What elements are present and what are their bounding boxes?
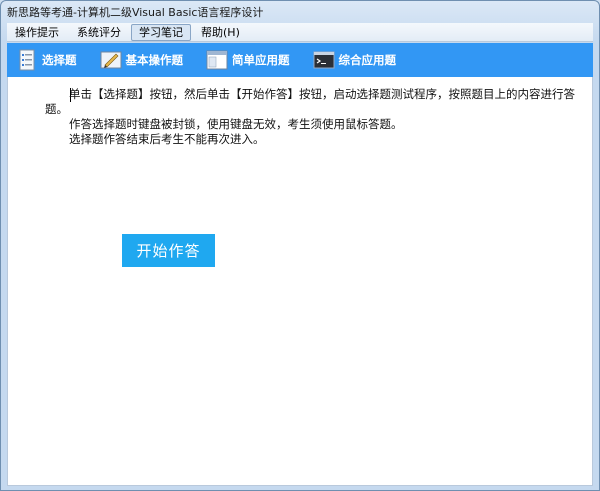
menu-help[interactable]: 帮助(H): [193, 24, 248, 41]
pen-edit-icon: [100, 51, 121, 69]
multiple-choice-label: 选择题: [42, 53, 77, 67]
simple-application-label: 简单应用题: [232, 53, 290, 67]
app-window: 新思路等考通-计算机二级Visual Basic语言程序设计 操作提示 系统评分…: [0, 0, 600, 491]
instruction-paragraph-3: 选择题作答结束后考生不能再次进入。: [69, 132, 265, 146]
instruction-paragraph-2: 作答选择题时键盘被封锁，使用键盘无效，考生须使用鼠标答题。: [69, 117, 403, 131]
window-title: 新思路等考通-计算机二级Visual Basic语言程序设计: [7, 6, 264, 19]
comprehensive-application-button[interactable]: 综合应用题: [312, 49, 397, 71]
menu-operation-tips[interactable]: 操作提示: [7, 24, 67, 41]
console-icon: [313, 51, 334, 69]
title-bar: 新思路等考通-计算机二级Visual Basic语言程序设计: [1, 1, 599, 23]
basic-operation-button[interactable]: 基本操作题: [99, 49, 184, 71]
instruction-paragraph-1: 单击【选择题】按钮，然后单击【开始作答】按钮，启动选择题测试程序，按照题目上的内…: [45, 87, 575, 116]
start-answering-button[interactable]: 开始作答: [122, 234, 215, 267]
menu-system-scoring[interactable]: 系统评分: [69, 24, 129, 41]
comprehensive-application-label: 综合应用题: [338, 53, 397, 67]
simple-application-button[interactable]: 简单应用题: [205, 49, 290, 71]
menu-bar: 操作提示 系统评分 学习笔记 帮助(H): [7, 23, 593, 42]
toolbar: 选择题 基本操作题 简单应用题 综合应用题: [7, 43, 593, 77]
menu-study-notes[interactable]: 学习笔记: [131, 23, 191, 41]
document-list-icon: [19, 49, 35, 71]
instruction-text: 单击【选择题】按钮，然后单击【开始作答】按钮，启动选择题测试程序，按照题目上的内…: [45, 87, 577, 147]
instruction-panel: 单击【选择题】按钮，然后单击【开始作答】按钮，启动选择题测试程序，按照题目上的内…: [7, 77, 593, 486]
multiple-choice-button[interactable]: 选择题: [15, 49, 77, 71]
window-form-icon: [206, 50, 228, 70]
basic-operation-label: 基本操作题: [125, 53, 184, 67]
